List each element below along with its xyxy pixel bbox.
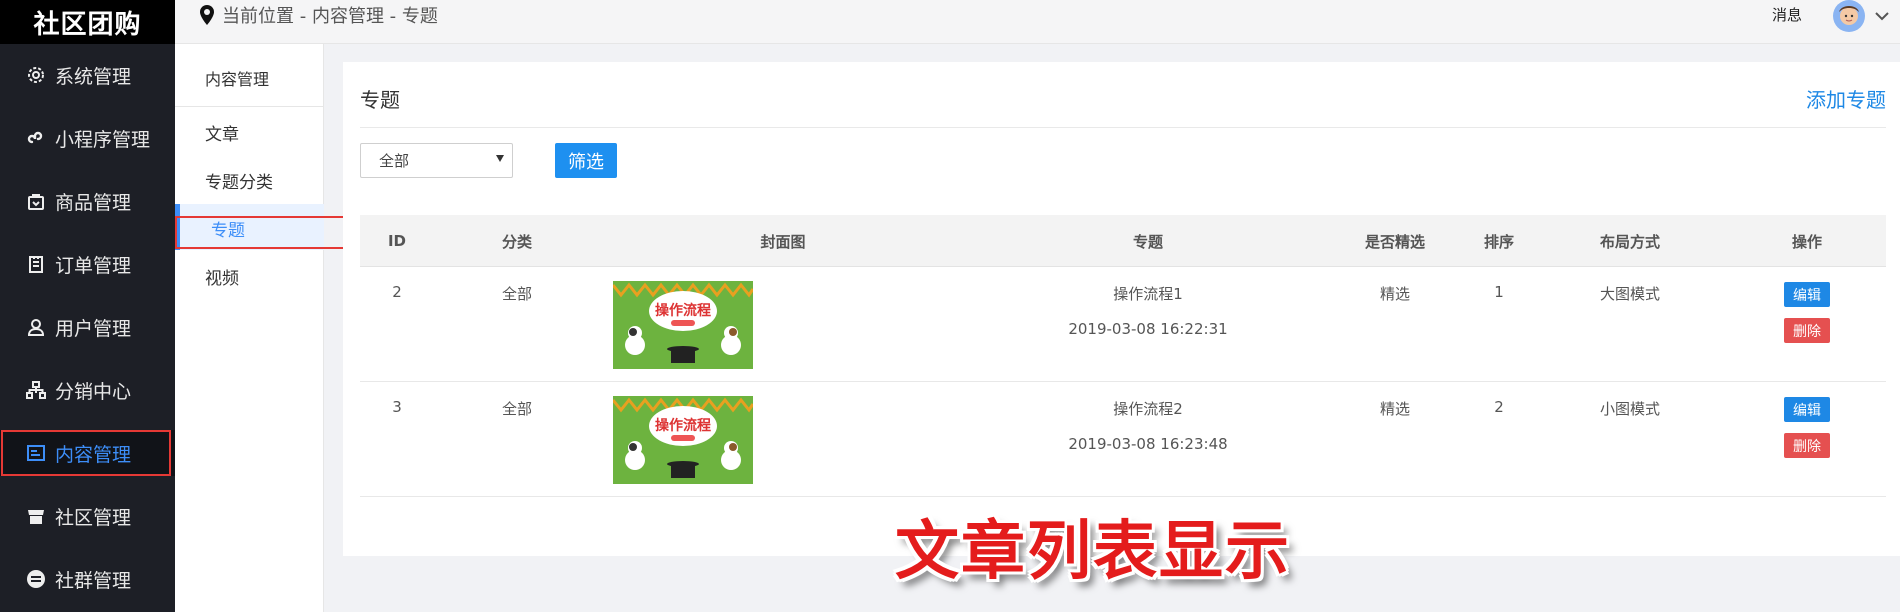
sidebar-item-community[interactable]: 社区管理 [0, 493, 175, 539]
overlay-caption: 文章列表显示 [895, 515, 1291, 589]
table-header: ID 分类 封面图 专题 是否精选 排序 布局方式 操作 [360, 215, 1886, 267]
sub-menu-title: 内容管理 [205, 70, 270, 89]
top-bar: 当前位置 - 内容管理 - 专题 消息 [175, 0, 1900, 44]
sidebar-item-label: 社群管理 [55, 569, 132, 592]
cover-image: 操作流程 [611, 281, 755, 369]
page-title: 专题 [360, 88, 400, 112]
cell-order: 1 [1494, 283, 1504, 301]
sidebar-item-users[interactable]: 用户管理 [0, 304, 175, 350]
content-panel: 专题 添加专题 全部 筛选 ID 分类 封面图 专题 是否精选 排序 布局方式 … [343, 62, 1900, 556]
cell-topic: 操作流程1 [1113, 285, 1183, 303]
sidebar-item-mini-program[interactable]: 小程序管理 [0, 115, 175, 161]
cell-id: 3 [392, 398, 402, 416]
cell-layout: 大图模式 [1599, 285, 1661, 303]
filter-button[interactable]: 筛选 [555, 143, 617, 178]
sidebar-item-label: 商品管理 [55, 191, 132, 214]
sub-item-active-bg [175, 204, 324, 250]
sidebar-item-content[interactable]: 内容管理 [0, 430, 175, 476]
sub-item-video[interactable]: 视频 [205, 264, 239, 289]
group-icon [25, 568, 47, 590]
col-order: 排序 [1483, 232, 1515, 251]
sidebar-item-orders[interactable]: 订单管理 [0, 241, 175, 287]
edit-button[interactable]: 编辑 [1784, 282, 1830, 307]
sidebar-item-system[interactable]: 系统管理 [0, 52, 175, 98]
sub-menu: 内容管理 文章 专题分类 专题 视频 [175, 44, 324, 612]
cell-id: 2 [392, 283, 402, 301]
order-list-icon [25, 253, 47, 275]
sidebar-item-label: 内容管理 [55, 443, 132, 466]
cell-featured: 精选 [1379, 400, 1411, 418]
breadcrumb: 当前位置 - 内容管理 - 专题 [198, 0, 438, 30]
sidebar-item-label: 社区管理 [55, 506, 132, 529]
delete-button[interactable]: 删除 [1784, 318, 1830, 343]
col-layout: 布局方式 [1599, 232, 1661, 251]
user-icon [25, 316, 47, 338]
sub-item-topic[interactable]: 专题 [211, 216, 245, 241]
org-chart-icon [25, 379, 47, 401]
cell-time: 2019-03-08 16:23:48 [1068, 435, 1228, 453]
sidebar-item-label: 用户管理 [55, 317, 132, 340]
cell-time: 2019-03-08 16:22:31 [1068, 320, 1228, 338]
sidebar-item-label: 系统管理 [55, 65, 132, 88]
sidebar-item-label: 订单管理 [55, 254, 132, 277]
cell-featured: 精选 [1379, 285, 1411, 303]
sidebar-item-label: 分销中心 [55, 380, 132, 403]
gear-icon [25, 64, 47, 86]
table-row: 2 全部 操作流程 操作流程1 2019-03-08 16:22:31 精选 1… [360, 267, 1886, 382]
cover-text: 操作流程 [655, 302, 711, 319]
breadcrumb-text: 当前位置 - 内容管理 - 专题 [222, 6, 438, 27]
cover-image: 操作流程 [611, 396, 755, 484]
edit-button[interactable]: 编辑 [1784, 397, 1830, 422]
category-select[interactable]: 全部 [360, 143, 513, 178]
col-featured: 是否精选 [1364, 232, 1426, 251]
delete-button[interactable]: 删除 [1784, 433, 1830, 458]
messages-link[interactable]: 消息 [1772, 4, 1802, 25]
divider [360, 127, 1886, 128]
cell-layout: 小图模式 [1599, 400, 1661, 418]
col-category: 分类 [501, 232, 533, 251]
col-id: ID [387, 232, 407, 250]
location-pin-icon [198, 4, 216, 26]
cover-text: 操作流程 [655, 417, 711, 434]
shopping-bag-icon [25, 190, 47, 212]
cell-order: 2 [1494, 398, 1504, 416]
col-actions: 操作 [1791, 232, 1823, 251]
chevron-down-icon[interactable] [1875, 6, 1889, 25]
sub-item-article[interactable]: 文章 [205, 120, 239, 145]
store-icon [25, 505, 47, 527]
cell-topic: 操作流程2 [1113, 400, 1183, 418]
sub-item-topic-category[interactable]: 专题分类 [205, 168, 273, 193]
caret-down-icon [496, 155, 504, 162]
cell-category: 全部 [501, 400, 533, 418]
sidebar-item-goods[interactable]: 商品管理 [0, 178, 175, 224]
avatar[interactable] [1831, 0, 1867, 32]
content-icon [25, 442, 47, 464]
col-topic: 专题 [1132, 232, 1164, 251]
brand-logo: 社区团购 [0, 0, 175, 44]
sidebar-item-label: 小程序管理 [55, 128, 151, 151]
col-cover: 封面图 [760, 232, 806, 251]
cell-category: 全部 [501, 285, 533, 303]
table-row: 3 全部 操作流程 操作流程2 2019-03-08 16:23:48 精选 2… [360, 382, 1886, 497]
main-sidebar: 社区团购 系统管理 小程序管理 商品管理 订单管理 用户管理 分销中心 内容管理… [0, 0, 175, 612]
add-topic-button[interactable]: 添加专题 [1806, 84, 1886, 113]
select-value: 全部 [379, 152, 410, 170]
sidebar-item-group[interactable]: 社群管理 [0, 556, 175, 602]
divider [175, 106, 324, 107]
mini-program-icon [25, 127, 47, 149]
sidebar-item-distribution[interactable]: 分销中心 [0, 367, 175, 413]
